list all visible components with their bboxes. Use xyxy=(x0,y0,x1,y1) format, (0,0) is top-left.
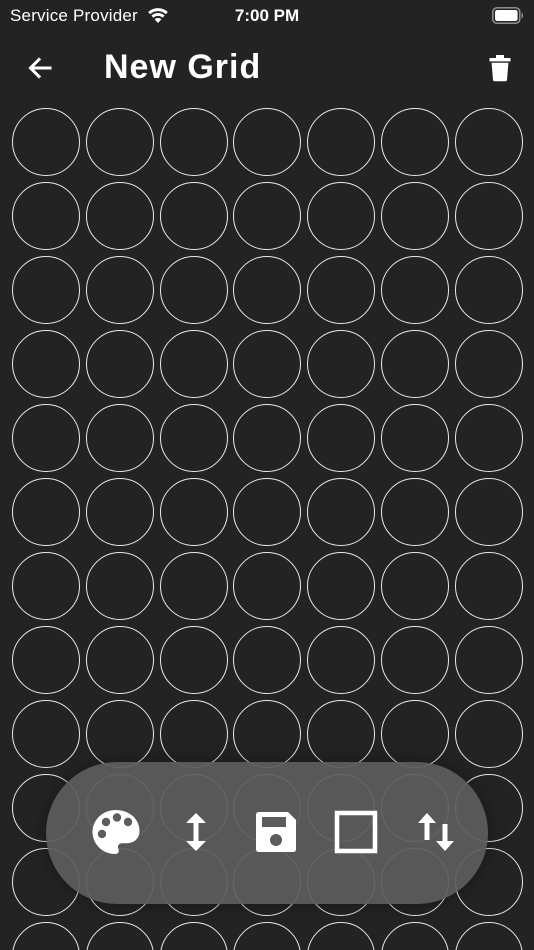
bead-cell[interactable] xyxy=(85,552,154,620)
bead-cell[interactable] xyxy=(454,626,523,694)
bead-cell[interactable] xyxy=(12,108,80,176)
bead-cell[interactable] xyxy=(85,700,154,768)
bottom-toolbar xyxy=(46,762,488,904)
bead-cell[interactable] xyxy=(454,552,523,620)
bead-cell[interactable] xyxy=(85,330,154,398)
square-outline-icon xyxy=(333,809,379,860)
bead-cell[interactable] xyxy=(454,108,523,176)
back-button[interactable] xyxy=(18,48,62,92)
bead-cell[interactable] xyxy=(454,700,523,768)
bead-cell[interactable] xyxy=(454,922,523,950)
bead-cell[interactable] xyxy=(159,256,228,324)
bead-cell[interactable] xyxy=(85,478,154,546)
bead-cell[interactable] xyxy=(12,404,80,472)
bead-cell[interactable] xyxy=(12,552,80,620)
bead-cell[interactable] xyxy=(307,404,376,472)
bead-cell[interactable] xyxy=(12,330,80,398)
bead-cell[interactable] xyxy=(12,478,80,546)
bead-cell[interactable] xyxy=(85,922,154,950)
trash-icon xyxy=(488,54,512,87)
bead-cell[interactable] xyxy=(381,478,449,546)
bead-cell[interactable] xyxy=(159,478,228,546)
bead-cell[interactable] xyxy=(454,330,523,398)
bead-cell[interactable] xyxy=(454,182,523,250)
bead-cell[interactable] xyxy=(159,626,228,694)
resize-height-button[interactable] xyxy=(171,809,221,859)
bead-cell[interactable] xyxy=(454,404,523,472)
bead-cell[interactable] xyxy=(159,404,228,472)
screen: Service Provider 7:00 PM New Grid xyxy=(0,0,534,950)
bead-cell[interactable] xyxy=(85,256,154,324)
bead-cell[interactable] xyxy=(307,182,376,250)
bead-cell[interactable] xyxy=(233,700,302,768)
bead-cell[interactable] xyxy=(381,922,449,950)
bead-cell[interactable] xyxy=(381,404,449,472)
bead-cell[interactable] xyxy=(85,108,154,176)
bead-cell[interactable] xyxy=(85,404,154,472)
delete-button[interactable] xyxy=(478,48,522,92)
bead-cell[interactable] xyxy=(307,626,376,694)
palette-button[interactable] xyxy=(91,809,141,859)
bead-cell[interactable] xyxy=(233,552,302,620)
bead-cell[interactable] xyxy=(159,330,228,398)
bead-cell[interactable] xyxy=(12,922,80,950)
bead-cell[interactable] xyxy=(233,404,302,472)
swap-vertical-icon xyxy=(416,809,456,860)
bead-cell[interactable] xyxy=(381,256,449,324)
bead-cell[interactable] xyxy=(454,256,523,324)
bead-cell[interactable] xyxy=(159,552,228,620)
bead-cell[interactable] xyxy=(454,478,523,546)
bead-cell[interactable] xyxy=(381,700,449,768)
floppy-disk-icon xyxy=(253,809,299,860)
bead-cell[interactable] xyxy=(159,182,228,250)
bead-cell[interactable] xyxy=(381,626,449,694)
bead-cell[interactable] xyxy=(12,626,80,694)
battery-full-icon xyxy=(492,7,524,24)
page-title: New Grid xyxy=(104,48,262,86)
bead-cell[interactable] xyxy=(233,478,302,546)
bead-cell[interactable] xyxy=(381,108,449,176)
bead-cell[interactable] xyxy=(381,330,449,398)
bead-cell[interactable] xyxy=(233,182,302,250)
swap-button[interactable] xyxy=(411,809,461,859)
vertical-arrows-icon xyxy=(182,809,210,860)
bead-cell[interactable] xyxy=(233,626,302,694)
bead-cell[interactable] xyxy=(381,182,449,250)
arrow-back-icon xyxy=(26,54,54,87)
bead-cell[interactable] xyxy=(307,256,376,324)
bead-cell[interactable] xyxy=(12,700,80,768)
bead-cell[interactable] xyxy=(233,330,302,398)
bead-cell[interactable] xyxy=(307,922,376,950)
frame-button[interactable] xyxy=(331,809,381,859)
bead-cell[interactable] xyxy=(381,552,449,620)
status-bar: Service Provider 7:00 PM xyxy=(0,0,534,32)
bead-cell[interactable] xyxy=(307,330,376,398)
bead-cell[interactable] xyxy=(233,256,302,324)
bead-cell[interactable] xyxy=(159,108,228,176)
bead-cell[interactable] xyxy=(159,922,228,950)
bead-cell[interactable] xyxy=(307,700,376,768)
bead-cell[interactable] xyxy=(12,182,80,250)
bead-cell[interactable] xyxy=(85,626,154,694)
save-button[interactable] xyxy=(251,809,301,859)
bead-cell[interactable] xyxy=(233,108,302,176)
bead-cell[interactable] xyxy=(307,478,376,546)
palette-icon xyxy=(91,808,141,861)
bead-cell[interactable] xyxy=(233,922,302,950)
bead-cell[interactable] xyxy=(307,552,376,620)
bead-cell[interactable] xyxy=(307,108,376,176)
bead-cell[interactable] xyxy=(85,182,154,250)
bead-cell[interactable] xyxy=(159,700,228,768)
status-time: 7:00 PM xyxy=(234,6,300,25)
bead-cell[interactable] xyxy=(12,256,80,324)
